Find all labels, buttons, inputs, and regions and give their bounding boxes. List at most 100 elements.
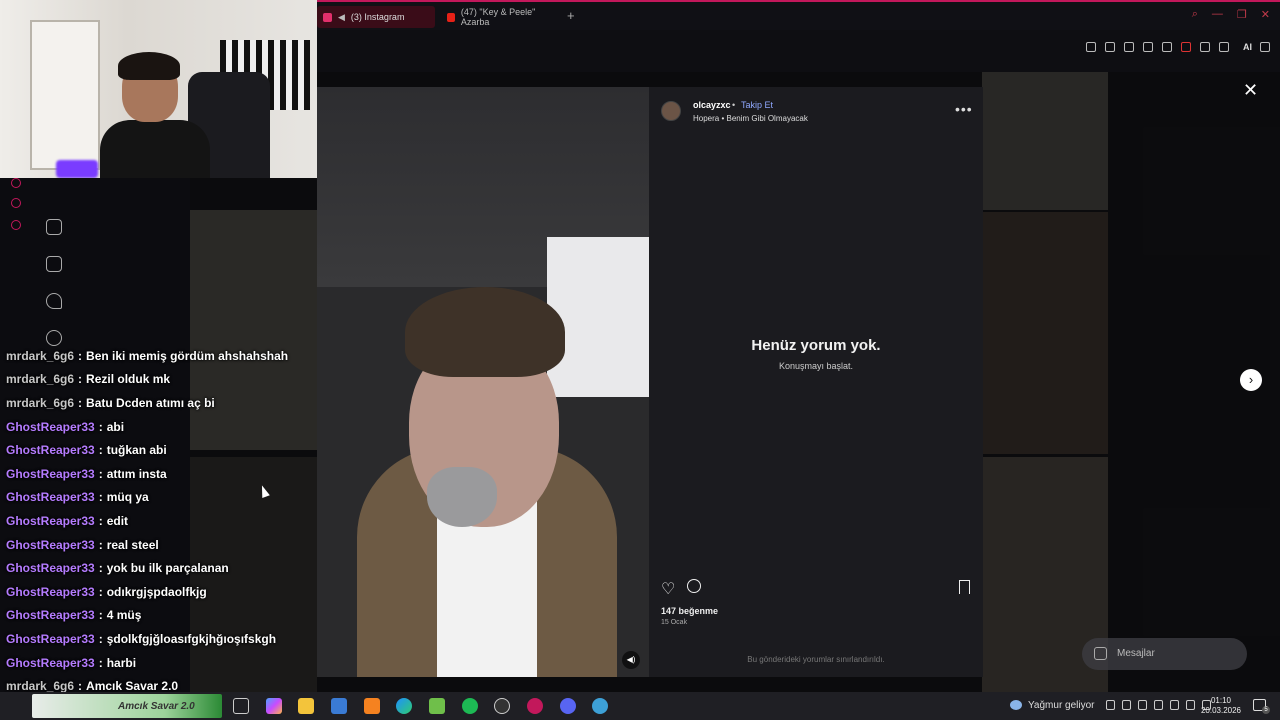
discord-icon[interactable]: [560, 698, 576, 714]
windows-taskbar: Amcık Savar 2.0 Yağmur geliyor 01:10 20.…: [0, 692, 1280, 720]
tab-youtube[interactable]: (47) "Key & Peele" Azarba: [441, 6, 559, 28]
chat-text: real steel: [106, 537, 159, 552]
chat-separator: :: [98, 608, 103, 623]
chat-text: 4 müş: [106, 608, 142, 623]
webcam-person-body: [100, 120, 210, 178]
sidebar-dot-icon[interactable]: [11, 178, 21, 188]
onedrive-icon[interactable]: [1154, 700, 1163, 710]
chat-separator: :: [98, 466, 103, 481]
chat-separator: :: [98, 513, 103, 528]
chat-message: GhostReaper33:4 müş: [0, 604, 320, 628]
new-tab-button[interactable]: +: [567, 8, 575, 23]
chat-separator: :: [98, 490, 103, 505]
comment-icon[interactable]: [687, 579, 701, 593]
chat-username: GhostReaper33: [6, 513, 95, 528]
weather-icon[interactable]: [1010, 700, 1022, 710]
menu-icon[interactable]: [1260, 42, 1270, 52]
chat-username: mrdark_6g6: [6, 372, 75, 387]
maximize-icon[interactable]: ❐: [1237, 8, 1247, 21]
vpn-icon[interactable]: [1200, 42, 1210, 52]
play-icon[interactable]: [1143, 42, 1153, 52]
messages-button[interactable]: Mesajlar: [1082, 638, 1247, 670]
chat-separator: :: [98, 631, 103, 646]
tray-app-icon[interactable]: [1138, 700, 1147, 710]
app-icon[interactable]: [592, 698, 608, 714]
post-video[interactable]: [317, 87, 649, 677]
spotify-icon[interactable]: [462, 698, 478, 714]
comments-limited-notice: Bu gönderideki yorumlar sınırlandırıldı.: [747, 655, 885, 664]
copilot-icon[interactable]: [266, 698, 282, 714]
youtube-icon: [447, 12, 455, 22]
wifi-icon[interactable]: [1186, 700, 1195, 710]
sidebar-settings-icon[interactable]: [11, 220, 21, 230]
chat-message: mrdark_6g6: Rezil olduk mk: [0, 368, 320, 392]
clock[interactable]: 01:10 20.03.2026: [1196, 696, 1246, 716]
screenshot-icon[interactable]: [1105, 42, 1115, 52]
pin-icon[interactable]: [1086, 42, 1096, 52]
chat-text: Rezil olduk mk: [86, 372, 171, 387]
chevron-up-icon[interactable]: [1106, 700, 1115, 710]
chat-message: GhostReaper33: odıkrgjşpdaolfkjg: [0, 580, 320, 604]
battery-icon[interactable]: [1170, 700, 1179, 710]
speaker-icon[interactable]: ◀: [338, 12, 345, 23]
chat-text: şdolkfgjğloasıfgkjhğıoşıfskgh: [106, 631, 277, 646]
chat-separator: :: [98, 537, 103, 552]
shield-icon[interactable]: [1124, 42, 1134, 52]
chat-separator: :: [98, 584, 103, 599]
chat-text: tuğkan abi: [106, 443, 167, 458]
notification-badge: 5: [1262, 706, 1270, 714]
likes-count[interactable]: 147 beğenme: [661, 606, 718, 616]
minimize-icon[interactable]: —: [1212, 8, 1223, 21]
chat-username: GhostReaper33: [6, 466, 95, 481]
chat-separator: :: [98, 655, 103, 670]
avatar[interactable]: [661, 101, 681, 121]
messages-icon: [1094, 647, 1107, 660]
chat-text: harbi: [106, 655, 137, 670]
chat-text: Amcık Savar 2.0: [86, 679, 179, 694]
chat-username: GhostReaper33: [6, 655, 95, 670]
webcam-person-hair: [118, 52, 180, 80]
chat-message: GhostReaper33: harbi: [0, 651, 320, 675]
post-username[interactable]: olcayzxc: [693, 100, 731, 110]
heart-icon[interactable]: [1162, 42, 1172, 52]
start-conversation-text: Konuşmayı başlat.: [778, 361, 854, 371]
direct-messages-icon[interactable]: [46, 293, 62, 309]
home-icon[interactable]: [46, 219, 62, 235]
edge-icon[interactable]: [396, 698, 412, 714]
file-explorer-icon[interactable]: [298, 698, 314, 714]
video-person-beard: [427, 467, 497, 527]
follow-button[interactable]: Takip Et: [741, 100, 773, 110]
more-options-button[interactable]: •••: [955, 101, 973, 117]
obs-icon[interactable]: [494, 698, 510, 714]
chat-message: GhostReaper33: abi: [0, 415, 320, 439]
opera-gx-icon[interactable]: [527, 698, 543, 714]
chat-username: GhostReaper33: [6, 584, 95, 599]
close-modal-button[interactable]: ✕: [1243, 81, 1258, 99]
browser-toolbar: AI: [317, 30, 1280, 72]
weather-text[interactable]: Yağmur geliyor: [1028, 700, 1095, 711]
sidebar-dot-icon[interactable]: [11, 198, 21, 208]
reels-icon[interactable]: [46, 256, 62, 272]
ai-button[interactable]: AI: [1243, 42, 1252, 52]
app-icon[interactable]: [364, 698, 380, 714]
mute-toggle-button[interactable]: ◀): [622, 651, 640, 669]
bookmark-icon[interactable]: [959, 580, 970, 594]
mail-icon[interactable]: [331, 698, 347, 714]
tray-app-icon[interactable]: [1122, 700, 1131, 710]
no-comments-title: Henüz yorum yok.: [751, 337, 881, 354]
chat-username: mrdark_6g6: [6, 348, 75, 363]
ai-sparkle-icon[interactable]: [1219, 42, 1229, 52]
search-icon[interactable]: ⌕: [1192, 8, 1198, 21]
next-post-button[interactable]: ›: [1240, 369, 1262, 391]
chat-text: abi: [106, 419, 125, 434]
extensions-icon[interactable]: [1181, 42, 1191, 52]
clock-time: 01:10: [1210, 696, 1232, 705]
store-icon[interactable]: [429, 698, 445, 714]
chat-text: odıkrgjşpdaolfkjg: [106, 584, 207, 599]
tab-instagram[interactable]: ◀ (3) Instagram: [317, 6, 435, 28]
task-view-icon[interactable]: [233, 698, 249, 714]
post-audio[interactable]: Hopera • Benim Gibi Olmayacak: [693, 114, 808, 123]
like-heart-icon[interactable]: ♡: [661, 579, 675, 599]
close-icon[interactable]: ✕: [1261, 8, 1270, 21]
taskbar-banner: Amcık Savar 2.0: [32, 694, 222, 718]
